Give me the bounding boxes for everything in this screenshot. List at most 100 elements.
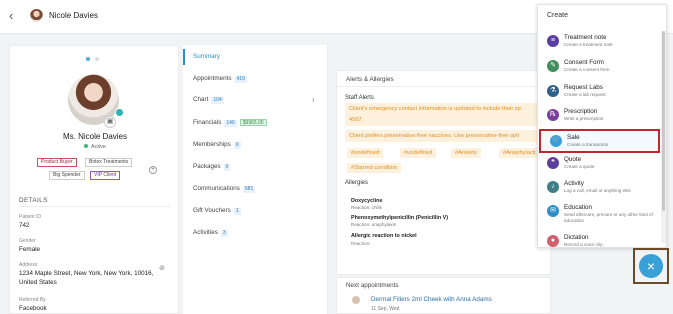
profile-card: ▣ Ms. Nicole Davies Active Product Buyer…: [9, 45, 179, 314]
tab-activities[interactable]: Activities 3: [183, 225, 328, 241]
create-menu-item-dictation[interactable]: ● Dictation Record a voice clip: [538, 231, 662, 247]
allergy-reaction: Reaction: anaphylaxis: [351, 222, 396, 227]
camera-icon[interactable]: ▣: [104, 116, 116, 128]
carousel-dot[interactable]: [95, 57, 99, 61]
menu-item-label: Activity: [564, 180, 584, 187]
page-title: Nicole Davies: [49, 11, 98, 20]
tab-packages[interactable]: Packages 0: [183, 159, 328, 175]
condition-tag[interactable]: #Starred condition: [347, 163, 402, 173]
balance-badge: $9965.00: [239, 119, 267, 126]
back-chevron-icon[interactable]: ‹: [9, 9, 13, 22]
create-menu-item-education[interactable]: ✉ Education Send aftercare, precare or any…: [538, 201, 662, 225]
menu-item-desc: Log a call, email or anything else: [564, 188, 631, 193]
tab-chart[interactable]: Chart 104: [183, 92, 328, 108]
menu-item-desc: Send aftercare, precare or any other kin…: [564, 212, 653, 223]
chevron-right-icon[interactable]: ›: [312, 95, 315, 104]
tag-vip-client[interactable]: VIP Client: [90, 171, 121, 180]
mic-icon: ●: [547, 235, 559, 247]
education-icon: ✉: [547, 205, 559, 217]
field-label: Referred By: [19, 297, 46, 303]
tab-memberships[interactable]: Memberships 0: [183, 137, 328, 153]
tag-product-buyer[interactable]: Product Buyer: [37, 158, 77, 167]
field-label: Gender: [19, 238, 36, 244]
client-nav: Summary Appointments 419 Chart 104 › Finan…: [183, 45, 328, 314]
close-fab-button[interactable]: ×: [639, 254, 663, 278]
pen-icon: ✎: [547, 60, 559, 72]
field-value: 1234 Maple Street, New York, New York, 1…: [19, 270, 154, 286]
allergy-name: Allergic reaction to nickel: [351, 233, 417, 239]
menu-item-desc: Create a treatment note: [564, 42, 613, 47]
note-icon: ≡: [547, 35, 559, 47]
field-value: Female: [19, 246, 40, 253]
rx-icon: ℞: [547, 109, 559, 121]
create-menu-item-sale[interactable]: 🛒 Sale Create a transaction: [539, 129, 660, 153]
client-full-name: Ms. Nicole Davies: [62, 132, 127, 141]
menu-item-desc: Create a consent form: [564, 67, 610, 72]
appointment-avatar: [352, 296, 360, 304]
create-menu-item-treatment-note[interactable]: ≡ Treatment note Create a treatment note: [538, 31, 662, 55]
carousel-dot[interactable]: [86, 57, 90, 61]
staff-alert: 4567.: [345, 114, 540, 126]
allergy-reaction: Reaction:: [351, 241, 371, 246]
map-pin-icon[interactable]: ⊘: [159, 264, 165, 272]
condition-tag[interactable]: #Anxiety: [451, 148, 481, 158]
menu-item-label: Education: [564, 204, 593, 211]
divider: [19, 206, 171, 207]
tag-big-spender[interactable]: Big Spender: [49, 171, 85, 180]
condition-tag[interactable]: #undefined: [400, 148, 437, 158]
create-menu-item-prescription[interactable]: ℞ Prescription Write a prescription: [538, 105, 662, 129]
status-label: Active: [91, 144, 106, 150]
appointment-date: 11 Sep, Wed: [371, 306, 400, 312]
menu-item-label: Sale: [567, 134, 580, 141]
tab-gift-vouchers[interactable]: Gift Vouchers 1: [183, 203, 328, 219]
condition-tag[interactable]: #undefined: [347, 148, 384, 158]
tab-summary[interactable]: Summary: [183, 49, 328, 65]
alerts-title: Alerts & Allergies: [346, 76, 394, 83]
tab-label: Chart: [193, 96, 209, 103]
menu-item-desc: Create a quote: [564, 164, 595, 169]
create-menu-item-activity[interactable]: ♪ Activity Log a call, email or anything e…: [538, 177, 662, 201]
tab-appointments[interactable]: Appointments 419: [183, 71, 328, 87]
appointment-title[interactable]: Dermal Fillers 2ml Cheek with Anna Adams: [371, 296, 492, 303]
menu-item-desc: Create a transaction: [567, 142, 609, 147]
tab-label: Appointments: [193, 75, 232, 82]
allergy-name: Doxycycline: [351, 198, 383, 204]
avatar: [30, 9, 43, 22]
menu-item-label: Consent Form: [564, 59, 604, 66]
status-dot-icon: [84, 144, 88, 148]
field-value: Facebook: [19, 305, 47, 312]
tab-communications[interactable]: Communications 581: [183, 181, 328, 197]
menu-scrollbar-thumb[interactable]: [662, 31, 665, 211]
next-appointments-title: Next appointments: [346, 282, 399, 289]
condition-tag[interactable]: #Anaphylacti: [499, 148, 540, 158]
verified-badge-icon: [115, 108, 124, 117]
tab-label: Packages: [193, 163, 221, 170]
add-tag-icon[interactable]: +: [149, 166, 157, 174]
tab-label: Financials: [193, 119, 222, 126]
staff-alert: Client prefers preservative-free vaccine…: [345, 130, 540, 142]
create-menu-item-request-labs[interactable]: ⚗ Request Labs Create a lab request: [538, 81, 662, 105]
count-badge: 0: [233, 142, 241, 149]
create-menu-item-quote[interactable]: ❝ Quote Create a quote: [538, 153, 662, 177]
tag-botox-treatments[interactable]: Botox Treatments: [85, 158, 133, 167]
staff-alerts-title: Staff Alerts: [345, 95, 374, 101]
count-badge: 3: [220, 230, 228, 237]
menu-item-label: Prescription: [564, 108, 598, 115]
tab-label: Summary: [193, 53, 220, 60]
activity-icon: ♪: [547, 181, 559, 193]
menu-item-label: Treatment note: [564, 34, 607, 41]
field-label: Address: [19, 262, 38, 268]
count-badge: 104: [211, 97, 224, 104]
quote-icon: ❝: [547, 157, 559, 169]
cart-icon: 🛒: [550, 135, 562, 147]
create-menu-item-consent-form[interactable]: ✎ Consent Form Create a consent form: [538, 56, 662, 80]
menu-item-label: Quote: [564, 156, 582, 163]
tab-label: Gift Vouchers: [193, 207, 231, 214]
count-badge: 1: [233, 208, 241, 215]
fab-highlight: ×: [633, 248, 669, 284]
divider: [337, 86, 552, 87]
tab-financials[interactable]: Financials 149 $9965.00: [183, 115, 328, 131]
tab-label: Communications: [193, 185, 240, 192]
count-badge: 0: [223, 164, 231, 171]
count-badge: 149: [224, 120, 237, 127]
